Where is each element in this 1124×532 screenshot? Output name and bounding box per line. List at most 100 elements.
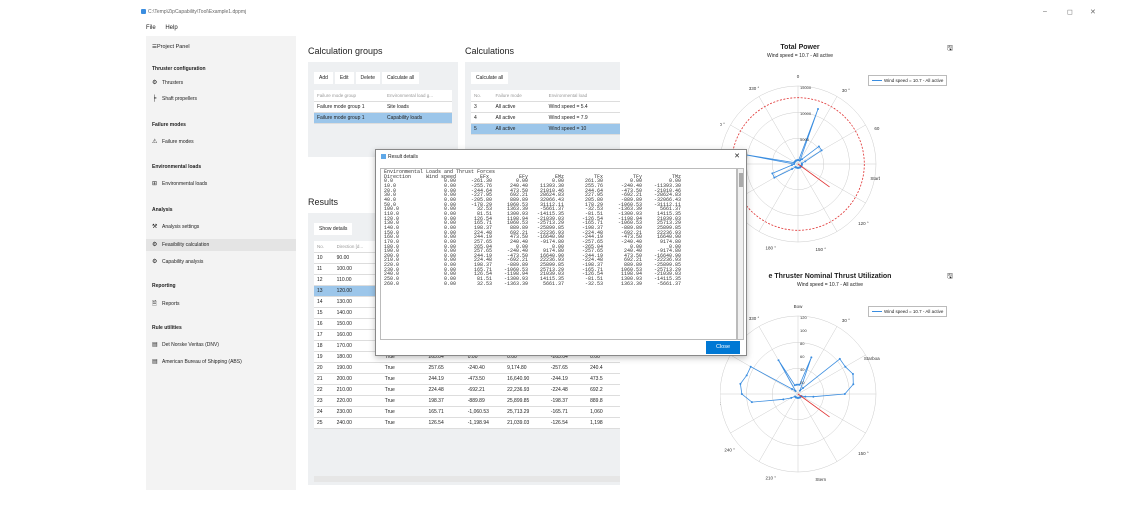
sidebar-item-label: American Bureau of Shipping (ABS) (162, 359, 242, 365)
sidebar-item-capability-analysis[interactable]: ⚙ Capability analysis (152, 258, 203, 265)
cell: 23 (314, 395, 334, 407)
add-button[interactable]: Add (314, 72, 333, 84)
data-point (773, 176, 776, 179)
sidebar-item-dnv[interactable]: ▤ Det Norske Veritas (DNV) (152, 341, 219, 348)
sidebar-item-label: Feasibility calculation (162, 242, 210, 248)
cell: 257.65 (425, 362, 465, 374)
sidebar-item-reports[interactable]: 🗎 Reports (152, 299, 180, 309)
gear-icon: ⚙ (152, 242, 158, 248)
save-icon[interactable]: 🖫 (947, 272, 953, 283)
radial-tick-label: 15000 (800, 85, 812, 90)
grid-spoke (797, 354, 866, 395)
cell: 12 (314, 274, 334, 286)
cell: 244.19 (425, 373, 465, 385)
edit-button[interactable]: Edit (334, 72, 354, 84)
cell: 224.48 (425, 384, 465, 396)
sidebar-item-feasibility-calculation[interactable]: ⚙ Feasibility calculation (152, 241, 209, 248)
close-window-button[interactable]: ✕ (1090, 8, 1096, 16)
calculate-all-groups-button[interactable]: Calculate all (381, 72, 420, 84)
table-row[interactable]: 20 190.00 True 257.65 -240.40 9,174.80 -257.65… (314, 362, 620, 374)
result-details-text[interactable]: Environmental Loads and Thrust Forces Dir… (380, 168, 737, 340)
maximize-button[interactable]: ◻ (1067, 8, 1073, 16)
table-row[interactable]: 21 200.00 True 244.19 -473.50 16,640.90 -244.1… (314, 373, 620, 385)
cell: 15 (314, 307, 334, 319)
section-reporting: Reporting (152, 283, 176, 289)
cell: 19 (314, 351, 334, 363)
dialog-close-icon[interactable]: ✕ (734, 152, 740, 160)
cell: -1,060.53 (464, 406, 505, 418)
cell: 473.5 (587, 373, 620, 385)
scroll-thumb[interactable] (739, 173, 743, 187)
show-details-button[interactable]: Show details (314, 223, 353, 235)
cell: Wind speed = 7.9 (545, 112, 620, 124)
data-point (739, 382, 742, 385)
table-row[interactable]: Failure mode group 1 Site loads (314, 101, 452, 113)
section-thruster-configuration: Thruster configuration (152, 66, 206, 72)
chart1-title: Total Power (780, 44, 820, 51)
table-row[interactable]: 25 240.00 True 126.54 -1,198.94 21,039.03 -126… (314, 417, 620, 429)
sidebar-item-thrusters[interactable]: ⚙ Thrusters (152, 79, 183, 86)
project-panel: ☰Project Panel Thruster configuration ⚙ T… (146, 36, 296, 490)
grid-spoke (797, 163, 838, 232)
column-header[interactable]: No. (471, 90, 493, 102)
column-header[interactable]: Failure mode group (314, 90, 384, 102)
save-icon[interactable]: 🖫 (947, 44, 953, 55)
calculate-all-button[interactable]: Calculate all (471, 72, 509, 84)
data-point (782, 398, 785, 401)
sidebar-item-analysis-settings[interactable]: ⚒ Analysis settings (152, 223, 199, 230)
cell: -473.50 (464, 373, 505, 385)
data-point (851, 372, 854, 375)
menu-help[interactable]: Help (165, 25, 177, 31)
data-point (812, 395, 815, 398)
cell: -224.48 (547, 384, 588, 396)
calculations-panel: Calculate all No. Failure mode Environment… (465, 62, 620, 157)
sidebar-item-label: Failure modes (162, 139, 194, 145)
cell: True (381, 373, 426, 385)
table-row[interactable]: 22 210.00 True 224.48 -692.21 22,236.93 -224.4… (314, 384, 620, 396)
data-point (794, 390, 797, 393)
section-analysis: Analysis (152, 207, 173, 213)
table-row[interactable]: 5 All active Wind speed = 10 (471, 123, 620, 135)
table-row[interactable]: 23 220.00 True 198.37 -889.89 25,899.85 -198.3… (314, 395, 620, 407)
column-header[interactable]: No. (314, 241, 334, 253)
failure-icon: ⚠ (152, 139, 158, 145)
table-row[interactable]: 3 All active Wind speed = 5.4 (471, 101, 620, 113)
horizontal-scrollbar[interactable] (314, 476, 620, 482)
menu-bar: File Help (146, 25, 186, 31)
angle-label: Starboard 90 ° (870, 176, 880, 181)
dialog-app-icon (381, 154, 386, 159)
data-point (798, 159, 801, 162)
table-row[interactable]: 24 230.00 True 165.71 -1,060.53 25,713.29 -165… (314, 406, 620, 418)
cell: Failure mode group 1 (314, 101, 384, 113)
cell: 240.4 (587, 362, 620, 374)
dialog-scrollbar[interactable] (737, 168, 744, 340)
radial-tick-label: 120 (800, 315, 807, 320)
table-row[interactable]: Failure mode group 1 Capability loads (314, 112, 452, 124)
book-icon: ▤ (152, 359, 158, 365)
gear-icon: ⚙ (152, 259, 158, 265)
grid-spoke (797, 393, 838, 462)
cell: 11 (314, 263, 334, 275)
cell: -692.21 (464, 384, 505, 396)
menu-file[interactable]: File (146, 25, 156, 31)
sidebar-item-shaft-propellers[interactable]: ╞ Shaft propellers (152, 96, 197, 102)
cell: -198.37 (547, 395, 588, 407)
column-header[interactable]: Environmental load (545, 90, 620, 102)
sidebar-item-failure-modes[interactable]: ⚠ Failure modes (152, 138, 194, 145)
project-panel-header[interactable]: ☰Project Panel (152, 44, 190, 50)
delete-button[interactable]: Delete (355, 72, 380, 84)
cell: True (381, 406, 426, 418)
column-header[interactable]: Failure mode (492, 90, 546, 102)
sidebar-item-environmental-loads[interactable]: ⊞ Environmental loads (152, 180, 207, 187)
result-details-dialog: Result details ✕ Environmental Loads and… (375, 149, 747, 356)
close-button[interactable]: Close (706, 341, 740, 354)
cell: 22 (314, 384, 334, 396)
table-row[interactable]: 4 All active Wind speed = 7.9 (471, 112, 620, 124)
cell: 198.37 (425, 395, 465, 407)
data-point (790, 396, 793, 399)
cell: 25,899.85 (504, 395, 548, 407)
minimize-button[interactable]: – (1043, 8, 1047, 15)
sidebar-item-abs[interactable]: ▤ American Bureau of Shipping (ABS) (152, 358, 242, 365)
cell: 21 (314, 373, 334, 385)
column-header[interactable]: Environmental load g... (383, 90, 452, 102)
